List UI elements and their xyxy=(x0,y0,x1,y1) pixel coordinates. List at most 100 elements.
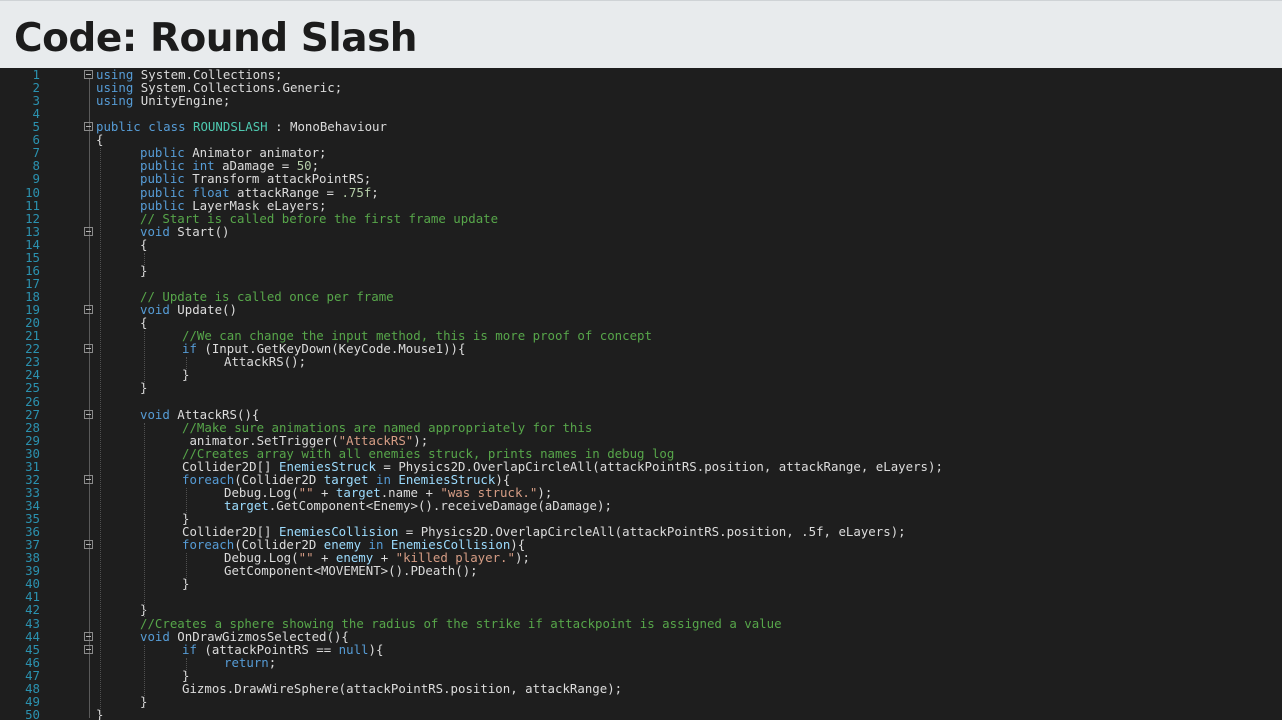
code-line[interactable]: 2 using System.Collections.Generic; xyxy=(0,81,1282,94)
code-line[interactable]: 26 xyxy=(0,395,1282,408)
code-line[interactable]: 10 public float attackRange = .75f; xyxy=(0,186,1282,199)
code-line[interactable]: 40} xyxy=(0,577,1282,590)
code-line[interactable]: 22 if (Input.GetKeyDown(KeyCode.Mouse1)){ xyxy=(0,342,1282,355)
collapse-icon[interactable] xyxy=(84,226,93,236)
code-line[interactable]: 47} xyxy=(0,669,1282,682)
code-token: using xyxy=(96,93,134,109)
code-line[interactable]: 12 // Start is called before the first fr… xyxy=(0,212,1282,225)
code-line[interactable]: 21 //We can change the input method, this… xyxy=(0,329,1282,342)
line-number: 3 xyxy=(32,93,40,109)
code-line[interactable]: 15 xyxy=(0,251,1282,264)
code-line[interactable]: 48 Gizmos.DrawWireSphere(attackPointRS.po… xyxy=(0,682,1282,695)
code-line[interactable]: 41 xyxy=(0,590,1282,603)
code-line[interactable]: 25} xyxy=(0,381,1282,394)
code-line[interactable]: 45 if (attackPointRS == null){ xyxy=(0,643,1282,656)
code-line[interactable]: 31 Collider2D[] EnemiesStruck = Physics2D… xyxy=(0,460,1282,473)
code-line[interactable]: 33 Debug.Log("" + target.name + "was stru… xyxy=(0,486,1282,499)
code-token: ; xyxy=(371,184,379,200)
code-line[interactable]: 9 public Transform attackPointRS; xyxy=(0,172,1282,185)
code-line[interactable]: 3 using UnityEngine; xyxy=(0,94,1282,107)
line-number: 30 xyxy=(25,445,40,461)
line-number: 38 xyxy=(25,550,40,566)
code-line[interactable]: 19 void Update() xyxy=(0,303,1282,316)
code-token: { xyxy=(140,236,148,252)
code-line[interactable]: 38 Debug.Log("" + enemy + "killed player.… xyxy=(0,551,1282,564)
line-number: 43 xyxy=(25,615,40,631)
line-number: 10 xyxy=(25,184,40,200)
code-line[interactable]: 5 public class ROUNDSLASH : MonoBehaviour xyxy=(0,120,1282,133)
collapse-icon[interactable] xyxy=(84,305,93,315)
code-line[interactable]: 39 GetComponent<MOVEMENT>().PDeath(); xyxy=(0,564,1282,577)
line-number: 31 xyxy=(25,458,40,474)
code-text: if (Input.GetKeyDown(KeyCode.Mouse1)){ xyxy=(182,342,465,355)
line-number: 8 xyxy=(32,158,40,174)
code-line[interactable]: 29 animator.SetTrigger("AttackRS"); xyxy=(0,434,1282,447)
code-line[interactable]: 44 void OnDrawGizmosSelected(){ xyxy=(0,630,1282,643)
code-line[interactable]: 7 public Animator animator; xyxy=(0,146,1282,159)
line-number: 41 xyxy=(25,589,40,605)
code-line[interactable]: 8 public int aDamage = 50; xyxy=(0,159,1282,172)
line-number: 25 xyxy=(25,380,40,396)
code-line[interactable]: 43 //Creates a sphere showing the radius … xyxy=(0,617,1282,630)
code-line[interactable]: 50} xyxy=(0,708,1282,720)
code-line[interactable]: 16} xyxy=(0,264,1282,277)
code-line[interactable]: 23 AttackRS(); xyxy=(0,355,1282,368)
collapse-icon[interactable] xyxy=(84,644,93,654)
indent-guide xyxy=(100,148,101,720)
collapse-icon[interactable] xyxy=(84,70,93,79)
collapse-icon[interactable] xyxy=(84,631,93,641)
code-text: return; xyxy=(224,656,276,669)
line-number: 2 xyxy=(32,80,40,96)
code-text: foreach(Collider2D target in EnemiesStru… xyxy=(182,473,510,486)
line-number: 46 xyxy=(25,654,40,670)
code-line[interactable]: 20 { xyxy=(0,316,1282,329)
code-token: GetComponent<MOVEMENT>().PDeath(); xyxy=(224,563,478,579)
collapse-icon[interactable] xyxy=(84,474,93,484)
code-text: using System.Collections; xyxy=(96,68,283,81)
code-token: .GetComponent<Enemy>().receiveDamage(aDa… xyxy=(268,497,612,513)
line-number: 44 xyxy=(25,628,40,644)
code-token: target xyxy=(224,497,269,513)
code-line[interactable]: 28 //Make sure animations are named appro… xyxy=(0,421,1282,434)
code-line[interactable]: 46 return; xyxy=(0,656,1282,669)
code-line[interactable]: 18 // Update is called once per frame xyxy=(0,290,1282,303)
code-line[interactable]: 14 { xyxy=(0,238,1282,251)
code-token: : MonoBehaviour xyxy=(267,119,387,135)
code-line[interactable]: 35} xyxy=(0,512,1282,525)
line-number: 22 xyxy=(25,341,40,357)
line-number: 40 xyxy=(25,576,40,592)
code-line[interactable]: 13 void Start() xyxy=(0,225,1282,238)
code-token: .75f xyxy=(341,184,372,200)
collapse-icon[interactable] xyxy=(84,344,93,354)
code-line[interactable]: 4 xyxy=(0,107,1282,120)
code-line[interactable]: 1 using System.Collections; xyxy=(0,68,1282,81)
code-token: return xyxy=(224,654,269,670)
collapse-icon[interactable] xyxy=(84,540,93,550)
code-text: animator.SetTrigger("AttackRS"); xyxy=(182,434,428,447)
code-line[interactable]: 27 void AttackRS(){ xyxy=(0,408,1282,421)
code-line[interactable]: 32 foreach(Collider2D target in EnemiesSt… xyxy=(0,473,1282,486)
code-line[interactable]: 36 Collider2D[] EnemiesCollision = Physic… xyxy=(0,525,1282,538)
collapse-icon[interactable] xyxy=(84,122,93,132)
code-text: void Start() xyxy=(140,225,230,238)
line-number: 35 xyxy=(25,511,40,527)
code-line[interactable]: 49} xyxy=(0,695,1282,708)
collapse-icon[interactable] xyxy=(84,409,93,419)
code-line[interactable]: 42} xyxy=(0,603,1282,616)
code-line[interactable]: 34 target.GetComponent<Enemy>().receiveDa… xyxy=(0,499,1282,512)
code-editor[interactable]: 1 using System.Collections; 2 using System.… xyxy=(0,68,1282,720)
line-number: 47 xyxy=(25,667,40,683)
code-line[interactable]: 6{ xyxy=(0,133,1282,146)
code-line[interactable]: 24} xyxy=(0,368,1282,381)
code-text: public class ROUNDSLASH : MonoBehaviour xyxy=(96,120,387,133)
code-line[interactable]: 11 public LayerMask eLayers; xyxy=(0,199,1282,212)
line-number: 7 xyxy=(32,145,40,161)
code-line[interactable]: 17 xyxy=(0,277,1282,290)
line-number: 19 xyxy=(25,302,40,318)
code-token: null xyxy=(338,641,369,657)
line-number: 20 xyxy=(25,315,40,331)
code-token: Update() xyxy=(169,302,237,318)
code-text: void AttackRS(){ xyxy=(140,408,259,421)
code-line[interactable]: 37 foreach(Collider2D enemy in EnemiesCol… xyxy=(0,538,1282,551)
code-line[interactable]: 30 //Creates array with all enemies struc… xyxy=(0,447,1282,460)
